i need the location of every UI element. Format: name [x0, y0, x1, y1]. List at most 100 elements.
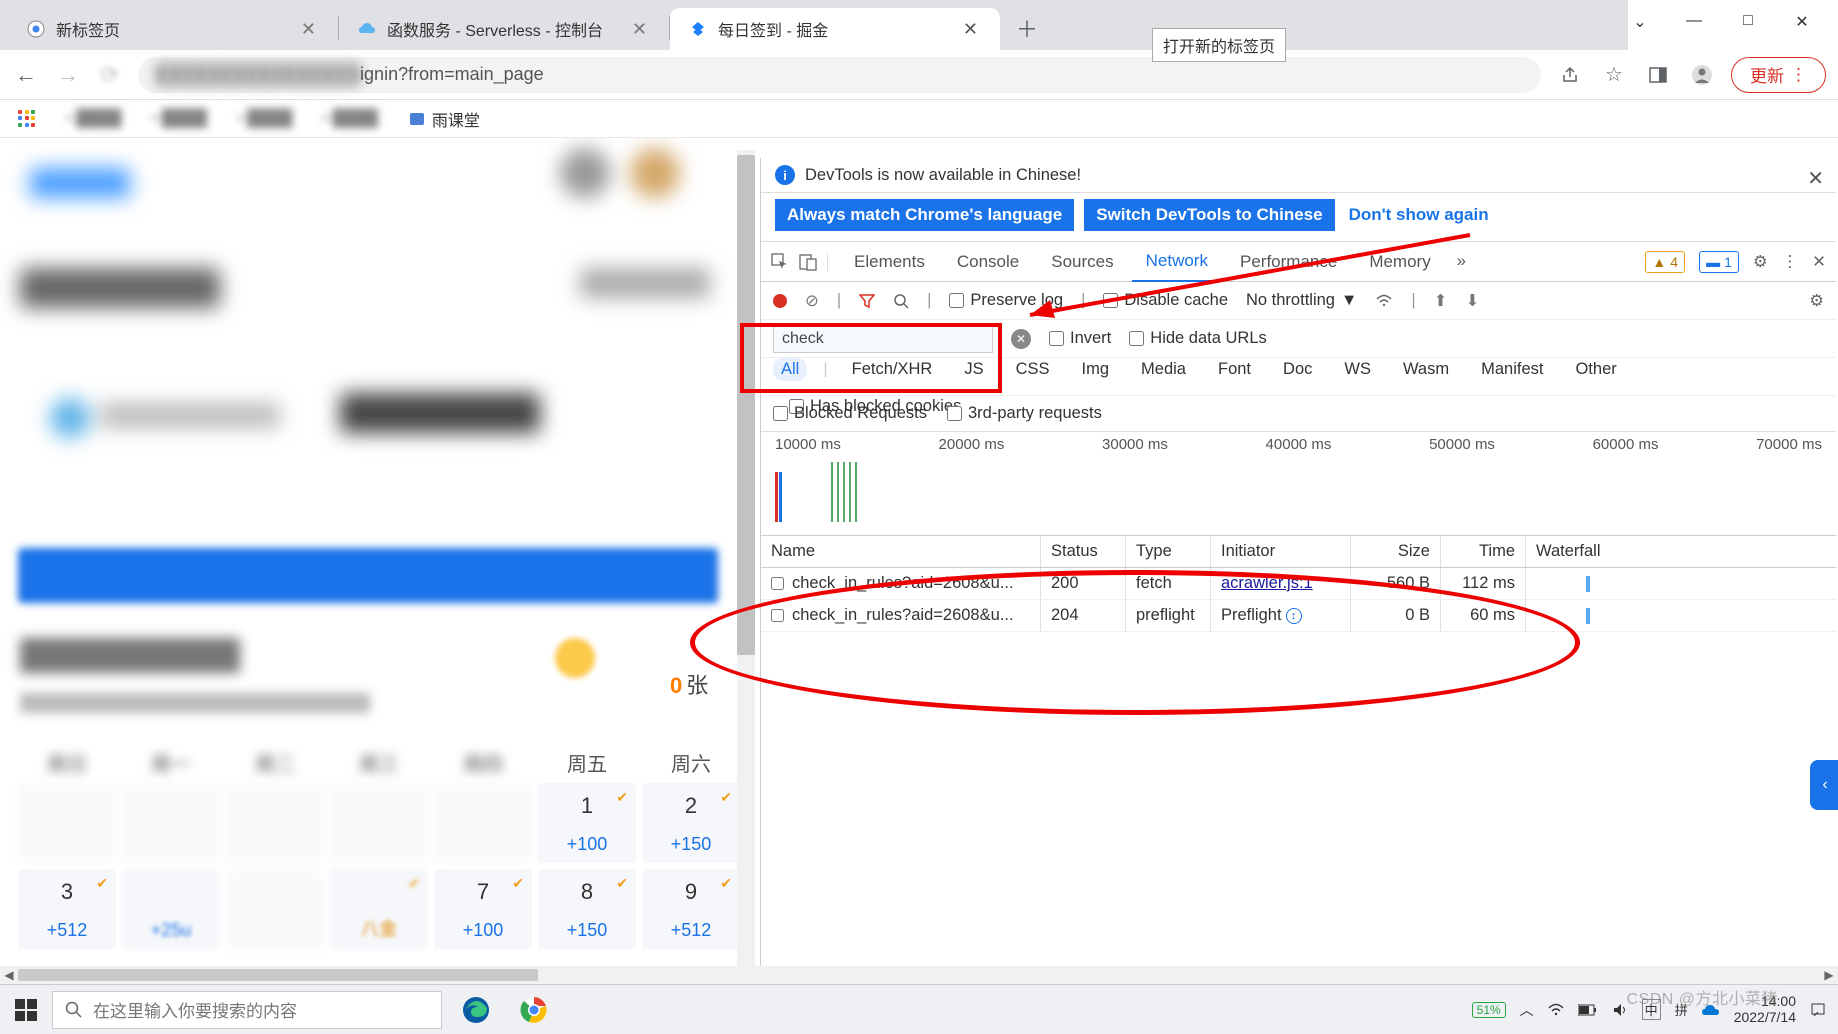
type-all[interactable]: All [773, 358, 807, 381]
type-css[interactable]: CSS [1008, 358, 1058, 381]
bookmark-item[interactable]: ▪ ████ [322, 110, 377, 128]
dont-show-button[interactable]: Don't show again [1345, 199, 1493, 231]
filter-icon[interactable] [859, 293, 875, 309]
type-media[interactable]: Media [1133, 358, 1194, 381]
primary-button-blurred[interactable] [18, 548, 718, 603]
wifi-icon[interactable] [1548, 1002, 1564, 1018]
edge-icon[interactable] [452, 986, 500, 1034]
tab-memory[interactable]: Memory [1355, 242, 1444, 281]
chevron-up-icon[interactable]: ︿ [1520, 1000, 1534, 1020]
close-icon[interactable]: ✕ [1807, 166, 1824, 191]
type-js[interactable]: JS [956, 358, 991, 381]
calendar-day[interactable]: ✔ 1 +100 [538, 783, 636, 863]
url-field[interactable]: ████████████████ ignin?from=main_page [138, 57, 1541, 93]
taskbar-search[interactable]: 在这里输入你要搜索的内容 [52, 991, 442, 1029]
horizontal-scrollbar[interactable]: ◀ ▶ [0, 966, 1838, 984]
calendar-day[interactable]: ✔ 2 +150 [642, 783, 740, 863]
disable-cache-checkbox[interactable]: Disable cache [1103, 291, 1228, 310]
share-icon[interactable] [1555, 60, 1585, 90]
close-icon[interactable]: ✕ [1812, 252, 1826, 272]
type-doc[interactable]: Doc [1275, 358, 1320, 381]
warnings-badge[interactable]: ▲ 4 [1645, 251, 1685, 273]
always-match-button[interactable]: Always match Chrome's language [775, 199, 1074, 231]
type-img[interactable]: Img [1074, 358, 1118, 381]
table-row[interactable]: check_in_rules?aid=2608&u... 204 preflig… [761, 600, 1836, 632]
side-tab-button[interactable]: ‹ [1810, 760, 1838, 810]
throttling-select[interactable]: No throttling▼ [1246, 291, 1357, 310]
calendar-day[interactable]: +25u [122, 869, 220, 949]
tab-console[interactable]: Console [943, 242, 1033, 281]
preserve-log-checkbox[interactable]: Preserve log [949, 291, 1063, 310]
tab-network[interactable]: Network [1132, 243, 1222, 282]
maximize-icon[interactable]: □ [1736, 12, 1760, 32]
bookmark-yuketang[interactable]: 雨课堂 [408, 107, 480, 131]
filter-input[interactable] [773, 325, 993, 353]
table-row[interactable]: check_in_rules?aid=2608&u... 200 fetch a… [761, 568, 1836, 600]
bookmark-item[interactable]: ▪ ████ [66, 110, 121, 128]
back-button[interactable]: ← [12, 61, 40, 89]
close-icon[interactable]: ✕ [297, 19, 320, 40]
clear-icon[interactable]: ⊘ [805, 291, 819, 311]
invert-checkbox[interactable]: Invert [1049, 329, 1111, 348]
tab-elements[interactable]: Elements [840, 242, 939, 281]
network-timeline[interactable]: 10000 ms 20000 ms 30000 ms 40000 ms 5000… [761, 432, 1836, 536]
battery-icon[interactable]: 51% [1472, 1002, 1506, 1018]
type-font[interactable]: Font [1210, 358, 1259, 381]
gear-icon[interactable]: ⚙ [1753, 252, 1768, 272]
star-icon[interactable]: ☆ [1599, 60, 1629, 90]
type-ws[interactable]: WS [1336, 358, 1379, 381]
new-tab-button[interactable]: ＋ [1008, 9, 1046, 47]
tab-juejin-active[interactable]: 每日签到 - 掘金 ✕ [670, 8, 1000, 50]
type-manifest[interactable]: Manifest [1473, 358, 1551, 381]
tab-serverless[interactable]: 函数服务 - Serverless - 控制台 ✕ [339, 8, 669, 50]
calendar-day[interactable]: ✔ 3 +512 [18, 869, 116, 949]
volume-icon[interactable] [1612, 1002, 1628, 1018]
blocked-requests-checkbox[interactable]: Blocked Requests [773, 404, 927, 423]
bookmark-item[interactable]: ▪ ████ [237, 110, 292, 128]
calendar-day[interactable] [226, 869, 324, 949]
calendar-day[interactable]: ✔ 八金 [330, 869, 428, 949]
third-party-checkbox[interactable]: 3rd-party requests [947, 404, 1102, 423]
minimize-icon[interactable]: ― [1682, 12, 1706, 32]
clear-filter-icon[interactable]: ✕ [1011, 329, 1031, 349]
type-other[interactable]: Other [1567, 358, 1624, 381]
start-button[interactable] [0, 985, 52, 1034]
type-wasm[interactable]: Wasm [1395, 358, 1457, 381]
record-button[interactable] [773, 294, 787, 308]
close-window-icon[interactable]: ✕ [1790, 12, 1814, 32]
battery-tray-icon[interactable] [1578, 1004, 1598, 1016]
wifi-icon[interactable] [1375, 292, 1393, 310]
tab-performance[interactable]: Performance [1226, 242, 1351, 281]
upload-icon[interactable]: ⬆ [1434, 291, 1448, 311]
chrome-icon[interactable] [510, 986, 558, 1034]
device-icon[interactable] [799, 253, 817, 271]
row-checkbox[interactable] [771, 577, 784, 590]
bookmark-item[interactable]: ▪ ████ [151, 110, 206, 128]
apps-icon[interactable] [18, 110, 36, 128]
more-icon[interactable]: ⋮ [1782, 252, 1799, 272]
notifications-icon[interactable] [1810, 1002, 1826, 1018]
calendar-day[interactable]: ✔ 9 +512 [642, 869, 740, 949]
calendar-day[interactable]: ✔ 8 +150 [538, 869, 636, 949]
sidepanel-icon[interactable] [1643, 60, 1673, 90]
download-icon[interactable]: ⬇ [1465, 291, 1479, 311]
profile-icon[interactable] [1687, 60, 1717, 90]
initiator-link[interactable]: acrawler.js:1 [1221, 574, 1313, 593]
more-tabs-icon[interactable]: » [1449, 252, 1474, 271]
chevron-down-icon[interactable]: ⌄ [1628, 12, 1652, 32]
gear-icon[interactable]: ⚙ [1809, 291, 1824, 311]
row-checkbox[interactable] [771, 609, 784, 622]
hide-data-urls-checkbox[interactable]: Hide data URLs [1129, 329, 1266, 348]
type-fetch[interactable]: Fetch/XHR [844, 358, 941, 381]
calendar-day[interactable]: ✔ 7 +100 [434, 869, 532, 949]
search-icon[interactable] [893, 293, 909, 309]
update-button[interactable]: 更新 ⋮ [1731, 57, 1826, 93]
inspect-icon[interactable] [771, 253, 789, 271]
tab-sources[interactable]: Sources [1037, 242, 1127, 281]
close-icon[interactable]: ✕ [959, 19, 982, 40]
switch-language-button[interactable]: Switch DevTools to Chinese [1084, 199, 1334, 231]
issues-badge[interactable]: ▬ 1 [1699, 251, 1739, 273]
page-scrollbar[interactable] [737, 150, 755, 969]
reload-button[interactable]: ⟳ [96, 61, 124, 89]
tab-new[interactable]: 新标签页 ✕ [8, 8, 338, 50]
